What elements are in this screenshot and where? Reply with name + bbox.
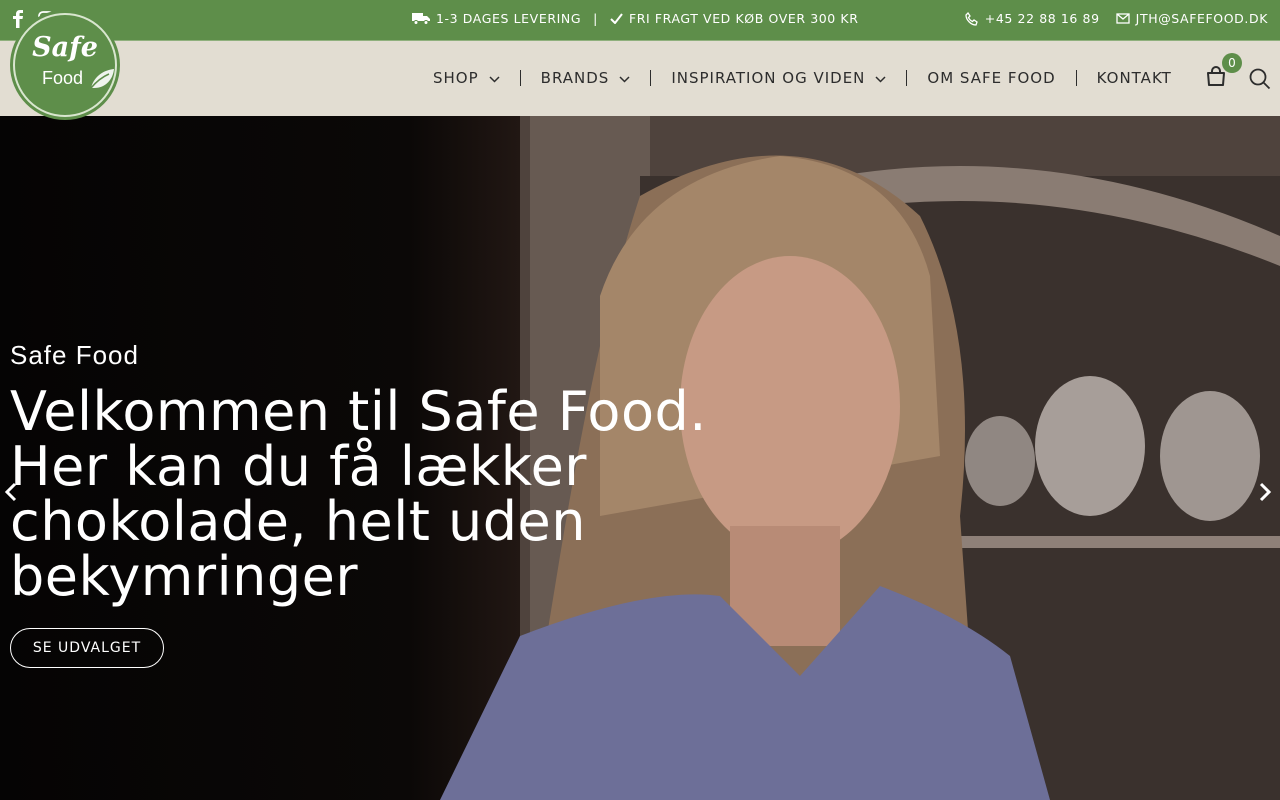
see-selection-button[interactable]: SE UDVALGET (10, 628, 164, 668)
hero-title-line: chokolade, helt uden (10, 490, 586, 553)
nav-divider (650, 70, 652, 86)
nav-label: SHOP (433, 69, 479, 87)
nav-divider (1075, 70, 1077, 86)
delivery-info: 1-3 DAGES LEVERING (412, 11, 581, 26)
nav-item-inspiration[interactable]: INSPIRATION OG VIDEN (671, 69, 886, 87)
cart-count-badge: 0 (1222, 53, 1242, 73)
topbar-contact: +45 22 88 16 89 JTH@SAFEFOOD.DK (965, 11, 1268, 26)
slider-next-icon[interactable] (1258, 481, 1272, 507)
hero-title: Velkommen til Safe Food. Her kan du få l… (10, 384, 790, 604)
nav-item-brands[interactable]: BRANDS (541, 69, 631, 87)
main-nav: SHOP BRANDS INSPIRATION OG VIDEN OM SAFE… (433, 69, 1172, 87)
topbar-center: 1-3 DAGES LEVERING | FRI FRAGT VED KØB O… (412, 11, 859, 26)
free-shipping-info: FRI FRAGT VED KØB OVER 300 KR (610, 11, 859, 26)
email-link[interactable]: JTH@SAFEFOOD.DK (1116, 11, 1268, 26)
nav-label: INSPIRATION OG VIDEN (671, 69, 866, 87)
site-logo[interactable]: Safe Food (10, 10, 120, 120)
chevron-down-icon (619, 69, 630, 87)
nav-label: KONTAKT (1096, 69, 1172, 87)
phone-icon (965, 11, 979, 26)
main-header: SHOP BRANDS INSPIRATION OG VIDEN OM SAFE… (0, 41, 1280, 116)
delivery-text: 1-3 DAGES LEVERING (436, 11, 582, 26)
nav-item-shop[interactable]: SHOP (433, 69, 500, 87)
nav-label: BRANDS (540, 69, 610, 87)
slider-prev-icon[interactable] (4, 481, 18, 507)
mail-icon (1116, 13, 1130, 24)
phone-link[interactable]: +45 22 88 16 89 (965, 11, 1100, 26)
topbar-separator: | (593, 11, 598, 26)
hero-subtitle: Safe Food (10, 340, 139, 370)
hero-slider: Safe Food Velkommen til Safe Food. Her k… (0, 116, 1280, 800)
chevron-down-icon (875, 69, 886, 87)
nav-item-contact[interactable]: KONTAKT (1097, 69, 1172, 87)
logo-text-food: Food (42, 68, 84, 88)
phone-text: +45 22 88 16 89 (984, 11, 1100, 26)
nav-divider (906, 70, 908, 86)
email-text: JTH@SAFEFOOD.DK (1135, 11, 1268, 26)
check-icon (610, 13, 623, 24)
search-icon[interactable] (1249, 68, 1271, 94)
logo-text-safe: Safe (32, 32, 98, 63)
nav-item-about[interactable]: OM SAFE FOOD (927, 69, 1055, 87)
top-bar: 1-3 DAGES LEVERING | FRI FRAGT VED KØB O… (0, 0, 1280, 41)
free-shipping-text: FRI FRAGT VED KØB OVER 300 KR (628, 11, 859, 26)
hero-title-line: Her kan du få lækker (10, 435, 587, 498)
hero-title-line: bekymringer (10, 545, 359, 608)
leaf-icon (88, 66, 116, 96)
truck-icon (412, 12, 430, 25)
nav-label: OM SAFE FOOD (927, 69, 1056, 87)
chevron-down-icon (489, 69, 500, 87)
hero-title-line: Velkommen til Safe Food. (10, 380, 707, 443)
nav-divider (519, 70, 521, 86)
facebook-icon[interactable] (12, 10, 26, 28)
logo-ring (13, 13, 117, 117)
